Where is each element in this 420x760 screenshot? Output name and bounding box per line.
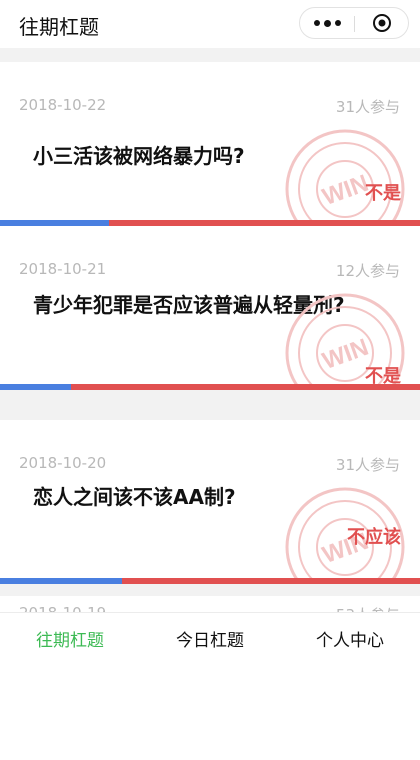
- tab-profile[interactable]: 个人中心: [280, 613, 420, 670]
- participant-count: 31人参与: [335, 98, 400, 116]
- more-dots-icon[interactable]: [300, 8, 354, 38]
- bottom-tab-bar: 往期杠题 今日杠题 个人中心: [0, 612, 420, 670]
- tab-past-topics[interactable]: 往期杠题: [0, 613, 140, 670]
- vote-ratio-blue: [0, 384, 72, 390]
- result-label: 不是: [365, 183, 401, 204]
- topic-card[interactable]: 2018-10-20 31人参与 恋人之间该不该AA制? WIN 不应该: [0, 420, 420, 584]
- topic-date: 2018-10-22: [19, 96, 107, 114]
- topic-card[interactable]: 2018-10-22 31人参与 小三活该被网络暴力吗? WIN 不是: [0, 62, 420, 226]
- vote-ratio-bar: [0, 578, 420, 584]
- topic-date: 2018-10-21: [19, 260, 107, 278]
- mini-program-capsule: [299, 7, 409, 39]
- topic-date: 2018-10-20: [19, 454, 107, 472]
- navigation-bar: 往期杠题: [0, 0, 420, 48]
- page-title: 往期杠题: [19, 15, 99, 39]
- vote-ratio-blue: [0, 578, 122, 584]
- result-label: 不应该: [347, 527, 401, 548]
- win-stamp-icon: WIN: [285, 129, 405, 226]
- target-close-icon[interactable]: [372, 13, 392, 33]
- tab-today-topic[interactable]: 今日杠题: [140, 613, 280, 670]
- topic-card[interactable]: 2018-10-21 12人参与 青少年犯罪是否应该普遍从轻量刑? WIN 不是: [0, 226, 420, 390]
- vote-ratio-bar: [0, 384, 420, 390]
- participant-count: 12人参与: [335, 262, 400, 280]
- capsule-divider: [354, 16, 355, 32]
- participant-count: 31人参与: [335, 456, 400, 474]
